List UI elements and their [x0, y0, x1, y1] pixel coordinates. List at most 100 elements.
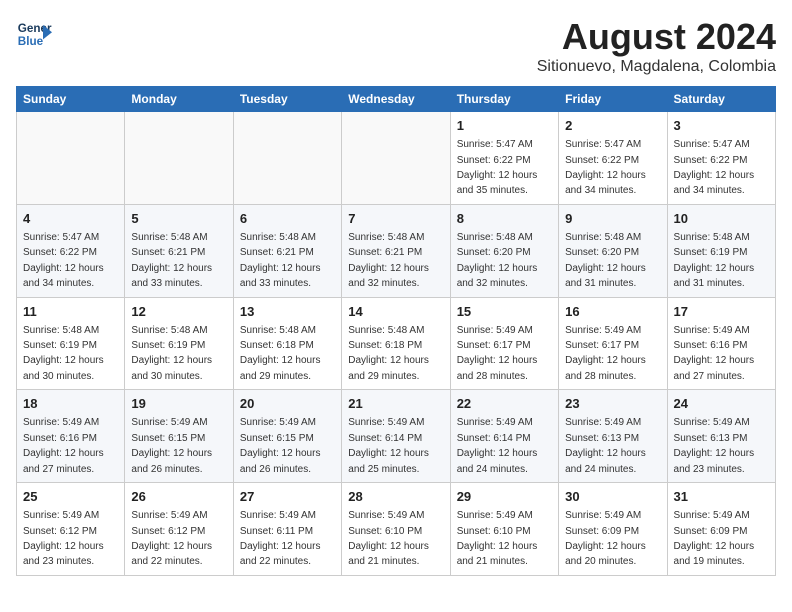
calendar-cell: 25 Sunrise: 5:49 AM Sunset: 6:12 PM Dayli…: [17, 483, 125, 576]
day-number: 31: [674, 488, 769, 506]
day-info: Sunrise: 5:49 AM Sunset: 6:11 PM Dayligh…: [240, 510, 321, 567]
day-info: Sunrise: 5:48 AM Sunset: 6:21 PM Dayligh…: [348, 232, 429, 289]
day-number: 3: [674, 117, 769, 135]
calendar-cell: 8 Sunrise: 5:48 AM Sunset: 6:20 PM Daylig…: [450, 204, 558, 297]
day-info: Sunrise: 5:49 AM Sunset: 6:17 PM Dayligh…: [565, 325, 646, 382]
day-number: 9: [565, 210, 660, 228]
calendar-cell: 15 Sunrise: 5:49 AM Sunset: 6:17 PM Dayli…: [450, 297, 558, 390]
column-header-sunday: Sunday: [17, 87, 125, 112]
day-number: 21: [348, 395, 443, 413]
day-info: Sunrise: 5:48 AM Sunset: 6:21 PM Dayligh…: [131, 232, 212, 289]
week-row-5: 25 Sunrise: 5:49 AM Sunset: 6:12 PM Dayli…: [17, 483, 776, 576]
day-number: 15: [457, 303, 552, 321]
calendar-cell: 16 Sunrise: 5:49 AM Sunset: 6:17 PM Dayli…: [559, 297, 667, 390]
calendar-cell: 29Sunrise: 5:49 AM Sunset: 6:10 PM Dayli…: [450, 483, 558, 576]
day-info: Sunrise: 5:49 AM Sunset: 6:16 PM Dayligh…: [23, 417, 104, 474]
day-info: Sunrise: 5:49 AM Sunset: 6:12 PM Dayligh…: [23, 510, 104, 567]
day-info: Sunrise: 5:49 AM Sunset: 6:09 PM Dayligh…: [565, 510, 646, 567]
calendar-cell: 31 Sunrise: 5:49 AM Sunset: 6:09 PM Dayli…: [667, 483, 775, 576]
calendar-cell: 18 Sunrise: 5:49 AM Sunset: 6:16 PM Dayli…: [17, 390, 125, 483]
day-number: 26: [131, 488, 226, 506]
day-info: Sunrise: 5:49 AM Sunset: 6:10 PM Dayligh…: [348, 510, 429, 567]
logo: General Blue: [16, 16, 52, 52]
day-info: Sunrise: 5:49 AM Sunset: 6:17 PM Dayligh…: [457, 325, 538, 382]
day-number: 17: [674, 303, 769, 321]
calendar-cell: 13Sunrise: 5:48 AM Sunset: 6:18 PM Dayli…: [233, 297, 341, 390]
calendar-cell: 30Sunrise: 5:49 AM Sunset: 6:09 PM Dayli…: [559, 483, 667, 576]
day-number: 13: [240, 303, 335, 321]
day-number: 16: [565, 303, 660, 321]
day-info: Sunrise: 5:49 AM Sunset: 6:14 PM Dayligh…: [457, 417, 538, 474]
day-number: 25: [23, 488, 118, 506]
day-number: 1: [457, 117, 552, 135]
column-header-monday: Monday: [125, 87, 233, 112]
day-info: Sunrise: 5:47 AM Sunset: 6:22 PM Dayligh…: [565, 139, 646, 196]
day-number: 20: [240, 395, 335, 413]
day-info: Sunrise: 5:48 AM Sunset: 6:19 PM Dayligh…: [131, 325, 212, 382]
week-row-1: 1 Sunrise: 5:47 AM Sunset: 6:22 PM Daylig…: [17, 112, 776, 205]
day-number: 2: [565, 117, 660, 135]
calendar-cell: 23Sunrise: 5:49 AM Sunset: 6:13 PM Dayli…: [559, 390, 667, 483]
calendar-cell: 12 Sunrise: 5:48 AM Sunset: 6:19 PM Dayli…: [125, 297, 233, 390]
calendar-cell: 27 Sunrise: 5:49 AM Sunset: 6:11 PM Dayli…: [233, 483, 341, 576]
column-header-saturday: Saturday: [667, 87, 775, 112]
calendar-cell: 28 Sunrise: 5:49 AM Sunset: 6:10 PM Dayli…: [342, 483, 450, 576]
day-number: 19: [131, 395, 226, 413]
column-header-friday: Friday: [559, 87, 667, 112]
calendar-cell: 14Sunrise: 5:48 AM Sunset: 6:18 PM Dayli…: [342, 297, 450, 390]
day-number: 27: [240, 488, 335, 506]
day-info: Sunrise: 5:49 AM Sunset: 6:09 PM Dayligh…: [674, 510, 755, 567]
day-number: 7: [348, 210, 443, 228]
day-info: Sunrise: 5:49 AM Sunset: 6:12 PM Dayligh…: [131, 510, 212, 567]
day-number: 4: [23, 210, 118, 228]
column-header-wednesday: Wednesday: [342, 87, 450, 112]
calendar-cell: 20Sunrise: 5:49 AM Sunset: 6:15 PM Dayli…: [233, 390, 341, 483]
day-number: 5: [131, 210, 226, 228]
main-title: August 2024: [537, 16, 776, 58]
calendar-cell: 24Sunrise: 5:49 AM Sunset: 6:13 PM Dayli…: [667, 390, 775, 483]
title-block: August 2024 Sitionuevo, Magdalena, Colom…: [537, 16, 776, 76]
page-header: General Blue August 2024 Sitionuevo, Mag…: [16, 16, 776, 76]
calendar-cell: 5 Sunrise: 5:48 AM Sunset: 6:21 PM Daylig…: [125, 204, 233, 297]
day-number: 14: [348, 303, 443, 321]
calendar-cell: 26 Sunrise: 5:49 AM Sunset: 6:12 PM Dayli…: [125, 483, 233, 576]
calendar-cell: 6Sunrise: 5:48 AM Sunset: 6:21 PM Daylig…: [233, 204, 341, 297]
calendar-cell: [125, 112, 233, 205]
day-info: Sunrise: 5:48 AM Sunset: 6:20 PM Dayligh…: [457, 232, 538, 289]
calendar-table: SundayMondayTuesdayWednesdayThursdayFrid…: [16, 86, 776, 576]
day-number: 8: [457, 210, 552, 228]
calendar-header: SundayMondayTuesdayWednesdayThursdayFrid…: [17, 87, 776, 112]
calendar-cell: [342, 112, 450, 205]
calendar-cell: 1Sunrise: 5:47 AM Sunset: 6:22 PM Daylig…: [450, 112, 558, 205]
day-info: Sunrise: 5:49 AM Sunset: 6:13 PM Dayligh…: [674, 417, 755, 474]
day-number: 28: [348, 488, 443, 506]
day-number: 11: [23, 303, 118, 321]
day-info: Sunrise: 5:47 AM Sunset: 6:22 PM Dayligh…: [674, 139, 755, 196]
week-row-4: 18 Sunrise: 5:49 AM Sunset: 6:16 PM Dayli…: [17, 390, 776, 483]
day-number: 29: [457, 488, 552, 506]
calendar-cell: [233, 112, 341, 205]
day-info: Sunrise: 5:48 AM Sunset: 6:21 PM Dayligh…: [240, 232, 321, 289]
day-number: 12: [131, 303, 226, 321]
column-header-tuesday: Tuesday: [233, 87, 341, 112]
day-info: Sunrise: 5:49 AM Sunset: 6:16 PM Dayligh…: [674, 325, 755, 382]
svg-text:Blue: Blue: [18, 35, 44, 48]
calendar-cell: 4 Sunrise: 5:47 AM Sunset: 6:22 PM Daylig…: [17, 204, 125, 297]
calendar-cell: 17 Sunrise: 5:49 AM Sunset: 6:16 PM Dayli…: [667, 297, 775, 390]
subtitle: Sitionuevo, Magdalena, Colombia: [537, 58, 776, 76]
calendar-cell: 21Sunrise: 5:49 AM Sunset: 6:14 PM Dayli…: [342, 390, 450, 483]
day-info: Sunrise: 5:48 AM Sunset: 6:20 PM Dayligh…: [565, 232, 646, 289]
logo-icon: General Blue: [16, 16, 52, 52]
calendar-cell: [17, 112, 125, 205]
day-info: Sunrise: 5:47 AM Sunset: 6:22 PM Dayligh…: [23, 232, 104, 289]
week-row-3: 11 Sunrise: 5:48 AM Sunset: 6:19 PM Dayli…: [17, 297, 776, 390]
calendar-cell: 11 Sunrise: 5:48 AM Sunset: 6:19 PM Dayli…: [17, 297, 125, 390]
calendar-cell: 2 Sunrise: 5:47 AM Sunset: 6:22 PM Daylig…: [559, 112, 667, 205]
day-number: 18: [23, 395, 118, 413]
calendar-cell: 7 Sunrise: 5:48 AM Sunset: 6:21 PM Daylig…: [342, 204, 450, 297]
day-number: 10: [674, 210, 769, 228]
calendar-cell: 22Sunrise: 5:49 AM Sunset: 6:14 PM Dayli…: [450, 390, 558, 483]
day-info: Sunrise: 5:48 AM Sunset: 6:19 PM Dayligh…: [23, 325, 104, 382]
calendar-cell: 9 Sunrise: 5:48 AM Sunset: 6:20 PM Daylig…: [559, 204, 667, 297]
calendar-cell: 19Sunrise: 5:49 AM Sunset: 6:15 PM Dayli…: [125, 390, 233, 483]
